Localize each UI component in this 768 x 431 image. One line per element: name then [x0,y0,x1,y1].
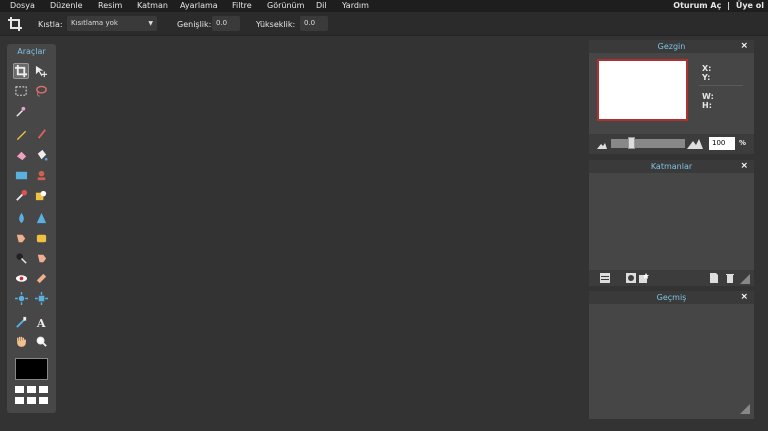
history-panel: Geçmiş × [589,291,754,419]
x-label: X: [702,64,712,73]
pencil-icon[interactable] [13,126,29,142]
height-label: Yükseklik: [256,20,296,29]
move-icon[interactable] [33,63,49,79]
resize-grip-icon[interactable] [740,404,750,414]
h-label: H: [702,101,712,110]
foreground-color-swatch[interactable] [15,358,48,380]
eraser-icon[interactable] [13,147,29,163]
bloat-icon[interactable] [13,290,29,306]
color-picker-icon[interactable] [13,314,29,330]
lasso-icon[interactable] [33,83,49,99]
svg-text:A: A [35,317,45,329]
red-eye-icon[interactable] [13,270,29,286]
zoom-slider-handle[interactable] [628,137,635,149]
menu-adjust[interactable]: Ayarlama [180,1,218,11]
clone-stamp-icon[interactable] [33,167,49,183]
sharpen-icon[interactable] [33,210,49,226]
zoom-percent-label: % [739,139,747,147]
zoom-icon[interactable] [33,333,49,349]
layers-toolbar [589,270,754,286]
zoom-input[interactable]: 100 [709,137,735,150]
menu-filter[interactable]: Filtre [232,1,252,11]
history-header: Geçmiş × [589,291,754,304]
width-label: Genişlik: [177,20,212,29]
w-label: W: [702,92,714,101]
layers-panel: Katmanlar × [589,160,754,286]
menu-separator: | [727,1,731,10]
menu-help[interactable]: Yardım [342,1,369,11]
hand-icon[interactable] [13,333,29,349]
layers-header: Katmanlar × [589,160,754,173]
spot-heal-icon[interactable] [33,270,49,286]
blur-icon[interactable] [13,210,29,226]
zoom-slider-track[interactable] [611,139,685,148]
options-bar: Kıstla: Kısıtlama yok ▼ Genişlik: 0.0 Yü… [0,12,768,36]
brush-icon[interactable] [33,126,49,142]
navigator-thumbnail[interactable] [597,59,688,121]
smudge-icon[interactable] [13,230,29,246]
navigator-header: Gezgin × [589,40,754,53]
crop-icon [8,17,22,31]
dodge-icon[interactable] [13,250,29,266]
zoom-out-mountain-icon[interactable] [597,140,607,150]
gradient-icon[interactable] [13,167,29,183]
y-label: Y: [702,73,711,82]
zoom-bar: 100 % [589,134,754,154]
trash-icon[interactable] [725,273,735,283]
history-close-button[interactable]: × [740,291,748,304]
login-link[interactable]: Oturum Aç [673,1,721,10]
history-list [589,304,754,419]
new-layer-icon[interactable] [709,273,719,283]
layers-list [589,173,754,270]
menu-view[interactable]: Görünüm [267,1,304,11]
pinch-icon[interactable] [33,290,49,306]
chevron-down-icon: ▼ [148,20,153,27]
navigator-title: Gezgin [657,42,686,51]
marquee-select-icon[interactable] [13,83,29,99]
width-input[interactable]: 0.0 [212,16,240,31]
color-replace-icon[interactable] [13,187,29,203]
resize-grip-icon[interactable] [740,274,750,284]
tools-title: Araçlar [17,47,46,56]
layer-mask-icon[interactable] [626,273,636,283]
constrain-label: Kıstla: [38,20,63,29]
constrain-select[interactable]: Kısıtlama yok ▼ [67,16,157,31]
account-links: Oturum Aç | Üye ol [670,1,764,11]
divider [699,85,743,86]
layers-title: Katmanlar [650,162,693,171]
menu-bar: Dosya Düzenle Resim Katman Ayarlama Filt… [0,0,768,12]
layer-properties-icon[interactable] [600,273,610,283]
layers-close-button[interactable]: × [740,160,748,173]
burn-icon[interactable] [33,250,49,266]
grid-icon[interactable] [15,386,48,406]
history-title: Geçmiş [656,293,687,302]
menu-file[interactable]: Dosya [10,1,35,11]
constrain-value: Kısıtlama yok [71,19,118,27]
magic-wand-icon[interactable] [13,103,29,119]
height-input[interactable]: 0.0 [300,16,328,31]
menu-image[interactable]: Resim [98,1,122,11]
crop-icon[interactable] [13,63,29,79]
sponge-icon[interactable] [33,230,49,246]
navigator-close-button[interactable]: × [740,40,748,53]
layer-effects-icon[interactable] [639,273,649,283]
type-icon[interactable]: A [33,314,49,330]
menu-language[interactable]: Dil [316,1,327,11]
menu-layer[interactable]: Katman [137,1,168,11]
paint-bucket-icon[interactable] [33,147,49,163]
menu-edit[interactable]: Düzenle [50,1,83,11]
signup-link[interactable]: Üye ol [736,1,764,10]
navigator-panel: Gezgin × X: Y: W: H: 100 % [589,40,754,154]
zoom-in-mountain-icon[interactable] [687,138,703,149]
drawing-icon[interactable] [33,187,49,203]
